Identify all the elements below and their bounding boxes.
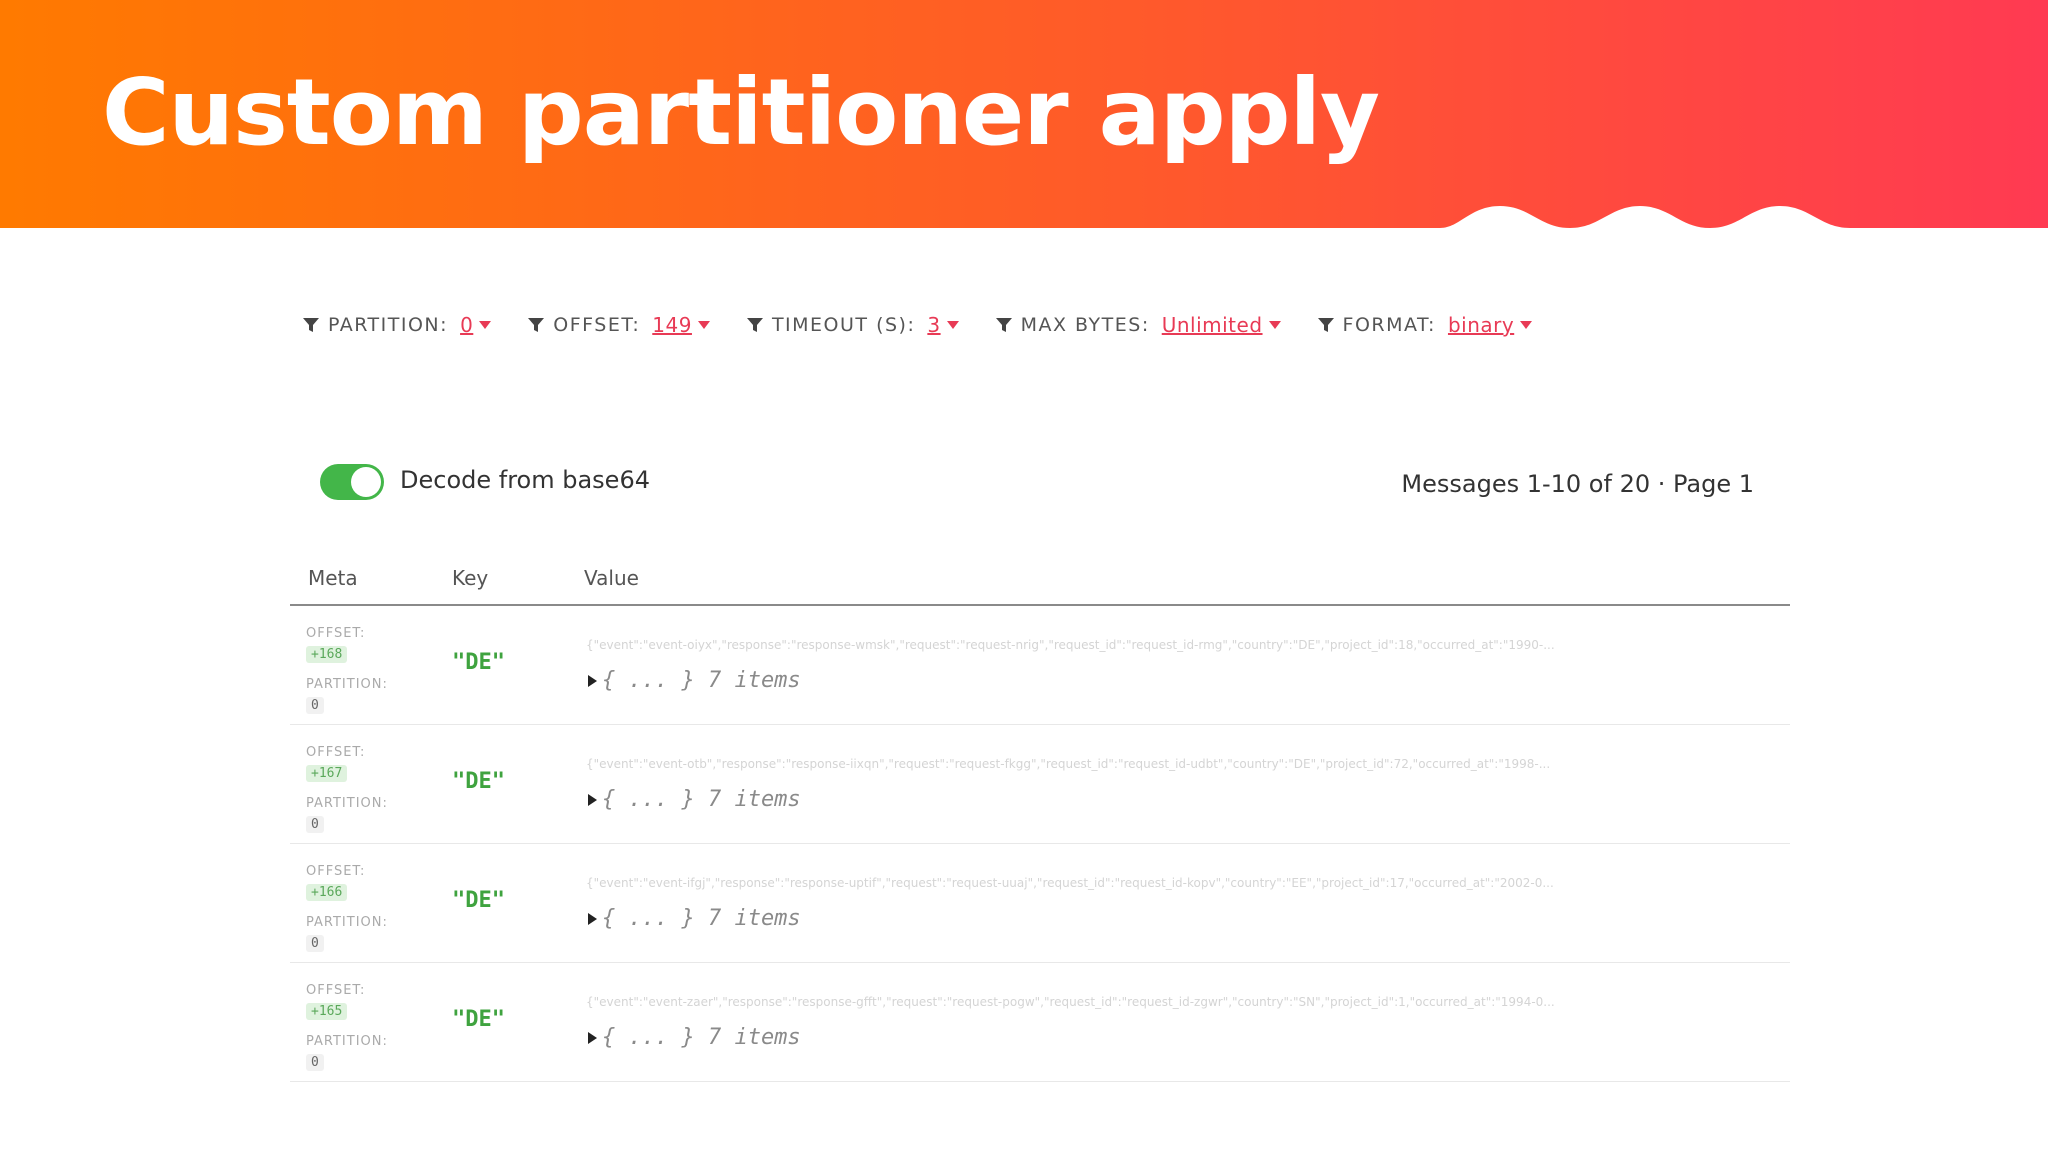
message-raw-value: {"event":"event-otb","response":"respons… bbox=[586, 757, 1551, 771]
filter-max-bytes-label: MAX BYTES: bbox=[1020, 314, 1150, 336]
message-raw-value: {"event":"event-zaer","response":"respon… bbox=[586, 995, 1555, 1009]
filter-timeout-label: TIMEOUT (S): bbox=[771, 314, 916, 336]
table-row: OFFSET: +166 PARTITION: 0 "DE" {"event":… bbox=[290, 844, 1790, 963]
collapsed-object-summary[interactable]: { ... } 7 items bbox=[602, 668, 801, 693]
header-wave-decoration bbox=[1440, 206, 2048, 240]
message-raw-value: {"event":"event-ifgj","response":"respon… bbox=[586, 876, 1554, 890]
meta-offset-label: OFFSET: bbox=[306, 983, 366, 998]
slide-title: Custom partitioner apply bbox=[102, 59, 1380, 166]
triangle-right-icon[interactable] bbox=[586, 673, 598, 689]
meta-partition-label: PARTITION: bbox=[306, 677, 388, 692]
filter-timeout-value[interactable]: 3 bbox=[927, 313, 940, 337]
filter-funnel-icon bbox=[1317, 318, 1334, 332]
filter-format[interactable]: FORMAT: binary bbox=[1317, 313, 1533, 337]
filter-bar: PARTITION: 0 OFFSET: 149 TIMEOUT (S): 3 … bbox=[302, 310, 1568, 340]
triangle-right-icon[interactable] bbox=[586, 792, 598, 808]
filter-format-value[interactable]: binary bbox=[1448, 313, 1514, 337]
value-expander[interactable]: { ... } 7 items bbox=[586, 906, 801, 931]
partition-badge: 0 bbox=[306, 816, 324, 833]
column-header-value: Value bbox=[584, 566, 639, 590]
filter-funnel-icon bbox=[995, 318, 1012, 332]
collapsed-object-summary[interactable]: { ... } 7 items bbox=[602, 787, 801, 812]
message-key: "DE" bbox=[452, 769, 505, 794]
partition-badge: 0 bbox=[306, 697, 324, 714]
offset-badge: +166 bbox=[306, 884, 348, 901]
caret-down-icon[interactable] bbox=[1520, 321, 1533, 329]
message-key: "DE" bbox=[452, 1007, 505, 1032]
value-expander[interactable]: { ... } 7 items bbox=[586, 787, 801, 812]
filter-funnel-icon bbox=[746, 318, 763, 332]
slide-header: Custom partitioner apply bbox=[0, 0, 2048, 240]
offset-badge: +167 bbox=[306, 765, 348, 782]
filter-partition[interactable]: PARTITION: 0 bbox=[302, 313, 492, 337]
table-row: OFFSET: +165 PARTITION: 0 "DE" {"event":… bbox=[290, 963, 1790, 1082]
value-expander[interactable]: { ... } 7 items bbox=[586, 668, 801, 693]
filter-offset-label: OFFSET: bbox=[553, 314, 641, 336]
meta-partition-label: PARTITION: bbox=[306, 796, 388, 811]
message-raw-value: {"event":"event-oiyx","response":"respon… bbox=[586, 638, 1555, 652]
caret-down-icon[interactable] bbox=[697, 321, 710, 329]
meta-partition-label: PARTITION: bbox=[306, 915, 388, 930]
meta-offset-label: OFFSET: bbox=[306, 864, 366, 879]
collapsed-object-summary[interactable]: { ... } 7 items bbox=[602, 906, 801, 931]
offset-badge: +165 bbox=[306, 1003, 348, 1020]
caret-down-icon[interactable] bbox=[479, 321, 492, 329]
meta-offset-label: OFFSET: bbox=[306, 626, 366, 641]
collapsed-object-summary[interactable]: { ... } 7 items bbox=[602, 1025, 801, 1050]
toggle-knob bbox=[351, 467, 381, 497]
caret-down-icon[interactable] bbox=[946, 321, 959, 329]
filter-max-bytes-value[interactable]: Unlimited bbox=[1162, 313, 1263, 337]
column-header-key: Key bbox=[452, 566, 489, 590]
meta-offset-label: OFFSET: bbox=[306, 745, 366, 760]
filter-partition-value[interactable]: 0 bbox=[460, 313, 473, 337]
filter-funnel-icon bbox=[303, 318, 319, 332]
partition-badge: 0 bbox=[306, 1054, 324, 1071]
pagination-status: Messages 1-10 of 20 · Page 1 bbox=[1401, 470, 1754, 498]
filter-offset-value[interactable]: 149 bbox=[652, 313, 692, 337]
offset-badge: +168 bbox=[306, 646, 348, 663]
filter-timeout[interactable]: TIMEOUT (S): 3 bbox=[746, 313, 959, 337]
table-header: Meta Key Value bbox=[290, 556, 1790, 606]
decode-base64-toggle[interactable] bbox=[320, 464, 384, 500]
table-row: OFFSET: +168 PARTITION: 0 "DE" {"event":… bbox=[290, 606, 1790, 725]
meta-partition-label: PARTITION: bbox=[306, 1034, 388, 1049]
filter-format-label: FORMAT: bbox=[1342, 314, 1436, 336]
caret-down-icon[interactable] bbox=[1268, 321, 1281, 329]
triangle-right-icon[interactable] bbox=[586, 911, 598, 927]
filter-max-bytes[interactable]: MAX BYTES: Unlimited bbox=[995, 313, 1281, 337]
value-expander[interactable]: { ... } 7 items bbox=[586, 1025, 801, 1050]
decode-base64-label: Decode from base64 bbox=[400, 466, 650, 494]
message-key: "DE" bbox=[452, 650, 505, 675]
table-row: OFFSET: +167 PARTITION: 0 "DE" {"event":… bbox=[290, 725, 1790, 844]
messages-table: Meta Key Value OFFSET: +168 PARTITION: 0… bbox=[290, 556, 1790, 1082]
triangle-right-icon[interactable] bbox=[586, 1030, 598, 1046]
filter-partition-label: PARTITION: bbox=[328, 314, 449, 336]
message-key: "DE" bbox=[452, 888, 505, 913]
filter-offset[interactable]: OFFSET: 149 bbox=[527, 313, 710, 337]
column-header-meta: Meta bbox=[308, 566, 358, 590]
partition-badge: 0 bbox=[306, 935, 324, 952]
filter-funnel-icon bbox=[528, 318, 545, 332]
